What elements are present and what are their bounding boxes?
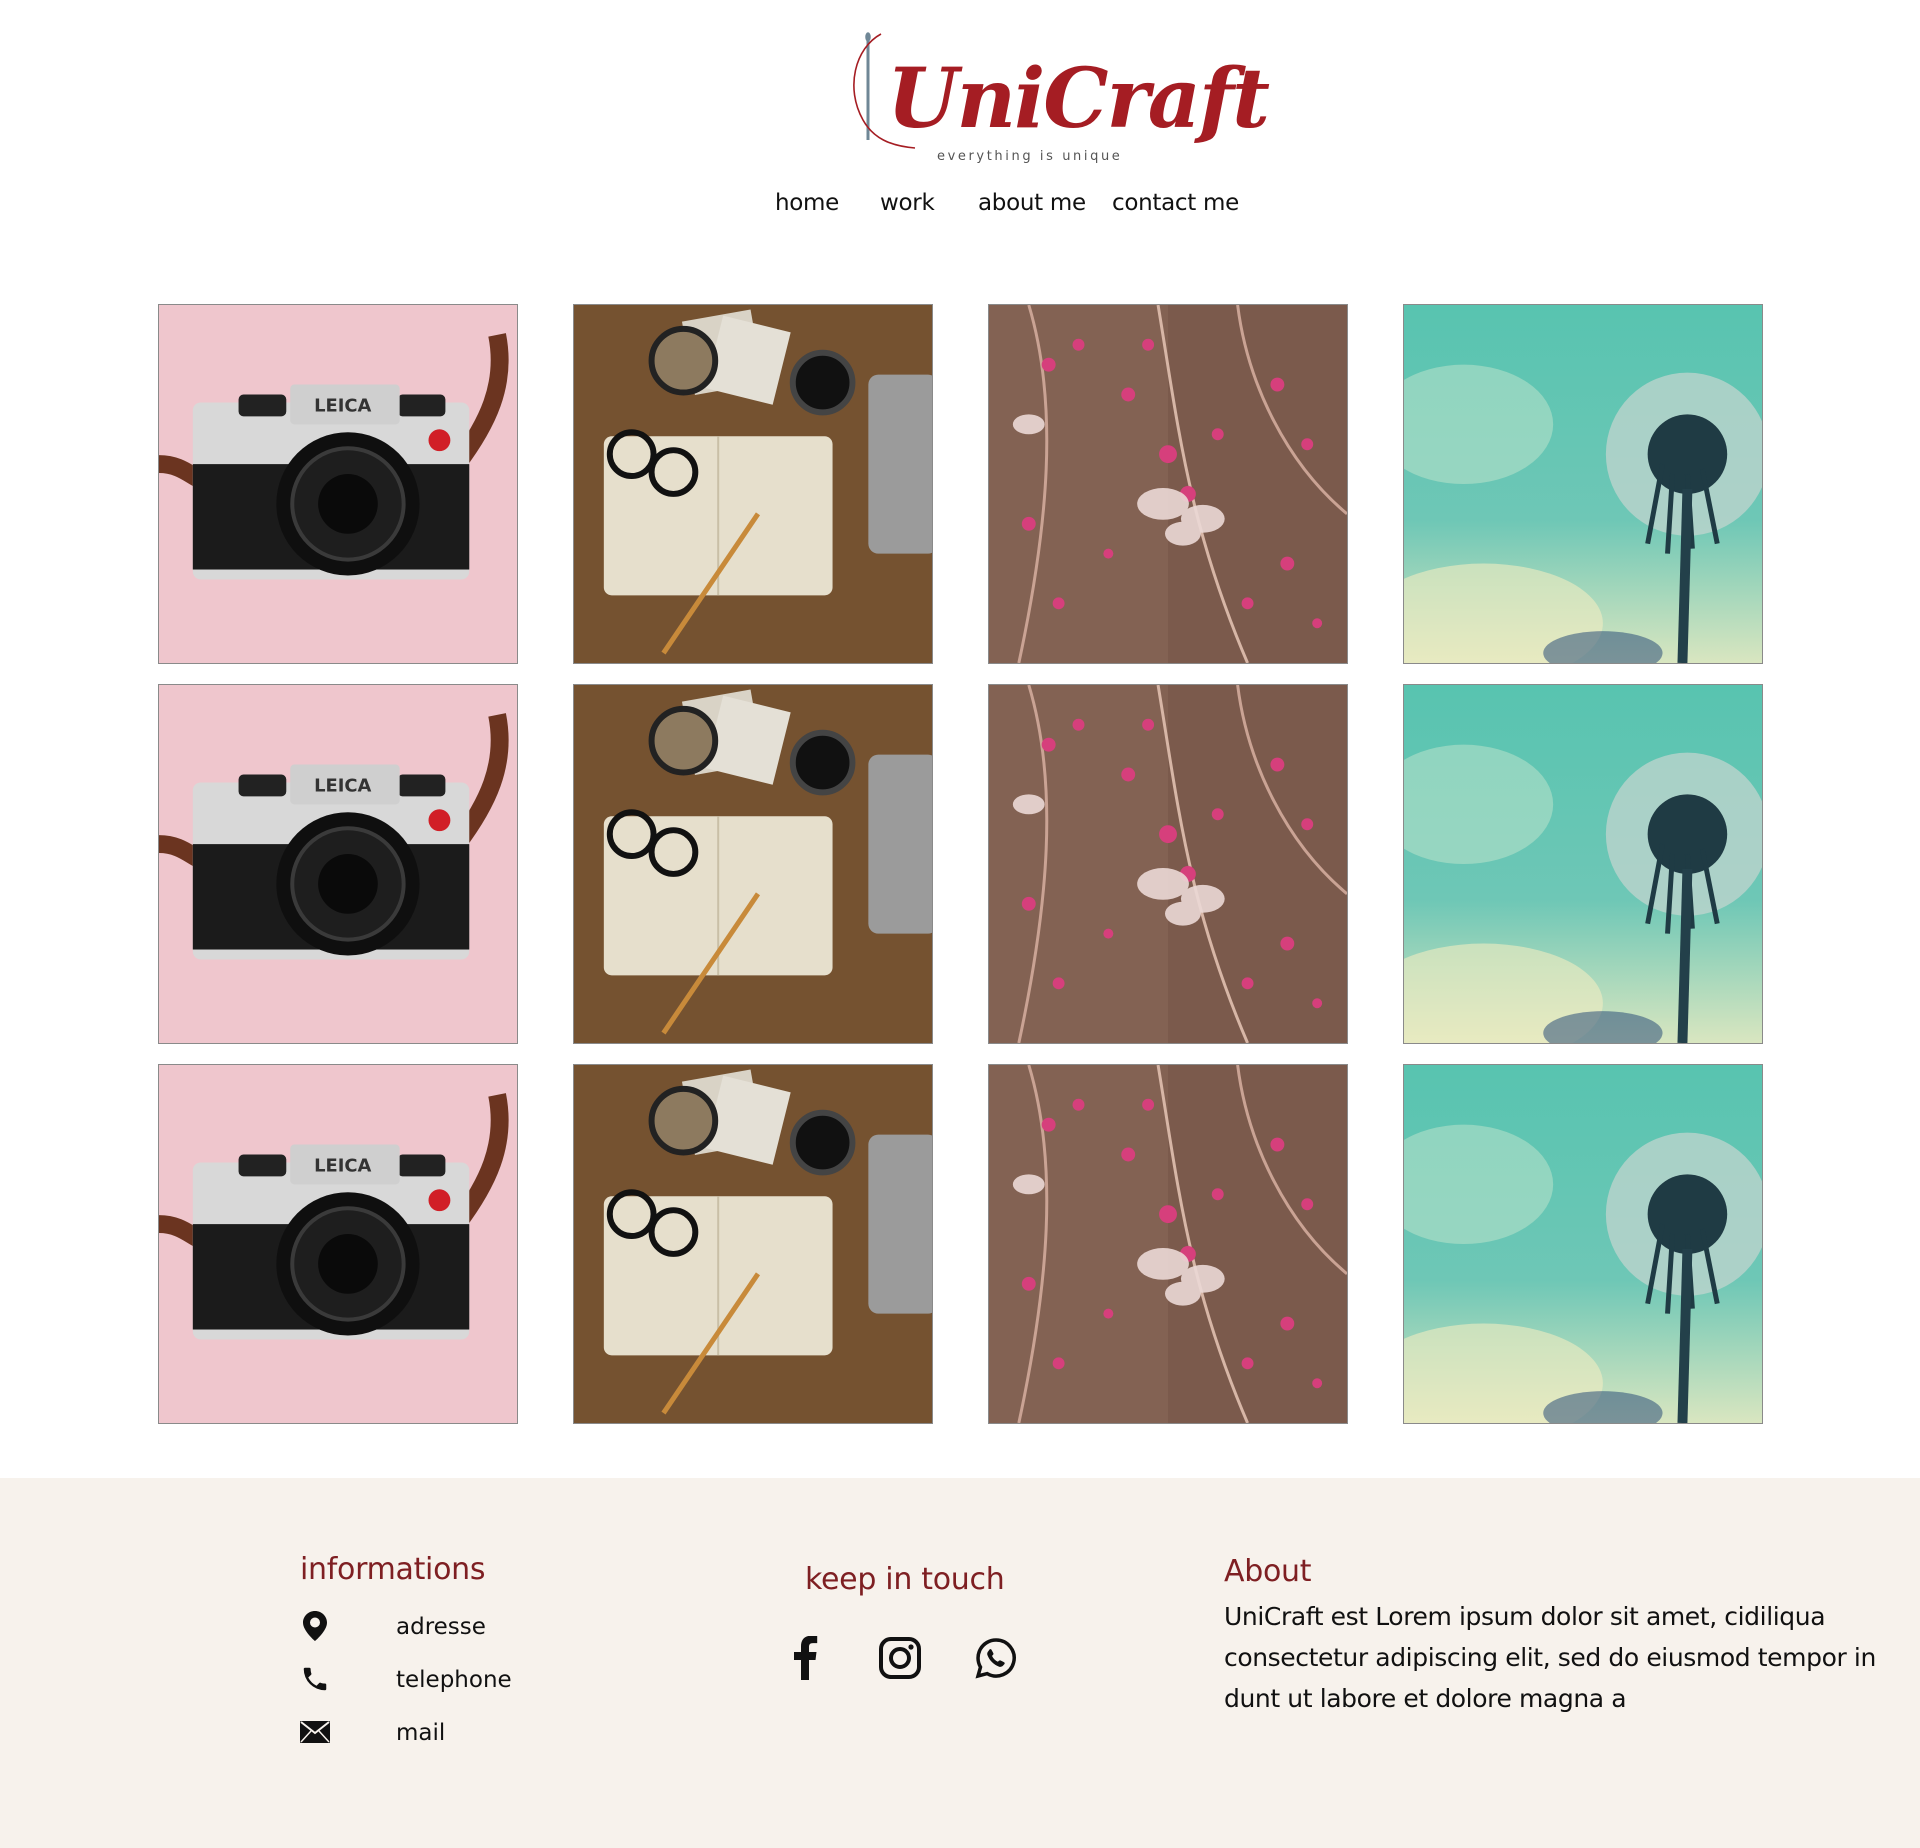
- pink-blossom-photo[interactable]: [988, 304, 1348, 664]
- dandelion-photo[interactable]: [1403, 304, 1763, 664]
- about-heading: About: [1224, 1554, 1312, 1589]
- desk-flatlay-photo[interactable]: [573, 1064, 933, 1424]
- info-telephone-label: telephone: [396, 1667, 512, 1693]
- dandelion-photo[interactable]: [1403, 1064, 1763, 1424]
- info-mail[interactable]: mail: [300, 1716, 600, 1750]
- instagram-icon[interactable]: [876, 1634, 924, 1682]
- location-pin-icon: [300, 1610, 330, 1642]
- info-mail-label: mail: [396, 1720, 446, 1746]
- camera-photo[interactable]: [158, 684, 518, 1044]
- info-telephone[interactable]: telephone: [300, 1663, 600, 1697]
- camera-photo[interactable]: [158, 1064, 518, 1424]
- brand-tagline: everything is unique: [937, 149, 1123, 164]
- main-nav: home work about me contact me: [0, 190, 1920, 222]
- nav-contact-me[interactable]: contact me: [1112, 190, 1239, 216]
- desk-flatlay-photo[interactable]: [573, 684, 933, 1044]
- mail-icon: [300, 1716, 330, 1748]
- brand-logo[interactable]: UniCraft everything is unique: [845, 28, 1270, 168]
- info-address-label: adresse: [396, 1614, 486, 1640]
- nav-about-me[interactable]: about me: [978, 190, 1086, 216]
- pink-blossom-photo[interactable]: [988, 684, 1348, 1044]
- pink-blossom-photo[interactable]: [988, 1064, 1348, 1424]
- desk-flatlay-photo[interactable]: [573, 304, 933, 664]
- camera-photo[interactable]: [158, 304, 518, 664]
- dandelion-photo[interactable]: [1403, 684, 1763, 1044]
- about-text: UniCraft est Lorem ipsum dolor sit amet,…: [1224, 1602, 1876, 1713]
- nav-home[interactable]: home: [775, 190, 839, 216]
- nav-work[interactable]: work: [880, 190, 935, 216]
- informations-heading: informations: [300, 1552, 486, 1587]
- brand-name: UniCraft: [887, 51, 1270, 147]
- keep-in-touch-heading: keep in touch: [805, 1562, 1005, 1597]
- phone-icon: [300, 1663, 330, 1695]
- facebook-icon[interactable]: [781, 1634, 829, 1682]
- info-address[interactable]: adresse: [300, 1610, 600, 1644]
- whatsapp-icon[interactable]: [972, 1634, 1020, 1682]
